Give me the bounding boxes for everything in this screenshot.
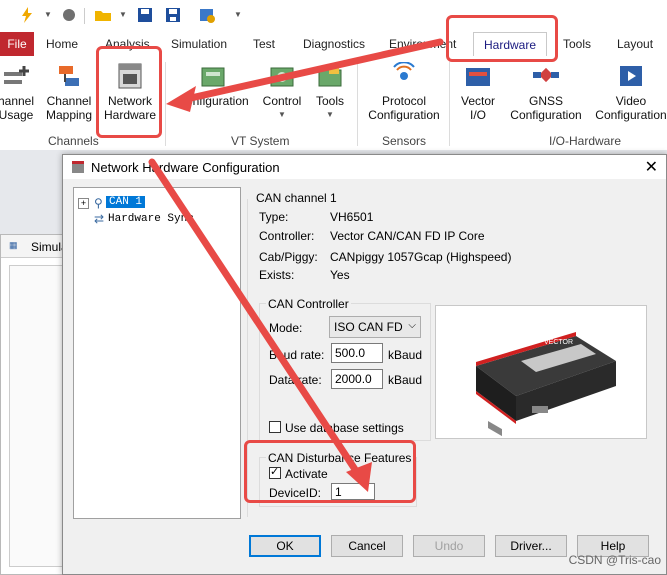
annotation-arrows [148, 38, 444, 492]
watermark: CSDN @Tris-cao [568, 553, 661, 567]
annotation-arrow-1 [178, 38, 444, 104]
arrowhead-1 [166, 86, 196, 112]
annotation-arrow-2 [148, 158, 366, 484]
